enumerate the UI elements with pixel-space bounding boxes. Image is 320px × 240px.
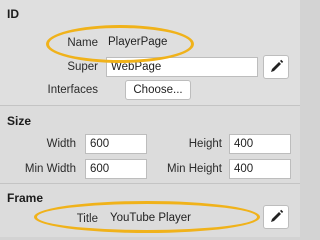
height-label: Height bbox=[188, 138, 222, 150]
width-field[interactable]: 600 bbox=[85, 134, 147, 154]
min-height-field[interactable]: 400 bbox=[229, 159, 291, 179]
min-height-label: Min Height bbox=[167, 163, 222, 175]
id-section-title: ID bbox=[7, 7, 19, 21]
title-field[interactable]: YouTube Player bbox=[106, 209, 256, 229]
size-section-title: Size bbox=[7, 114, 32, 128]
frame-section-title: Frame bbox=[7, 191, 44, 205]
super-field[interactable]: WebPage bbox=[106, 57, 258, 77]
title-label: Title bbox=[76, 213, 98, 225]
super-edit-button[interactable] bbox=[263, 55, 289, 79]
width-label: Width bbox=[46, 138, 76, 150]
title-edit-button[interactable] bbox=[263, 205, 289, 229]
pencil-icon bbox=[271, 209, 284, 222]
min-width-label: Min Width bbox=[24, 163, 76, 175]
interfaces-label: Interfaces bbox=[47, 84, 99, 96]
name-field[interactable]: PlayerPage bbox=[104, 33, 184, 53]
choose-interfaces-button[interactable]: Choose... bbox=[125, 80, 191, 100]
min-width-field[interactable]: 600 bbox=[85, 159, 147, 179]
name-label: Name bbox=[67, 37, 98, 49]
pencil-icon bbox=[271, 59, 284, 72]
super-label: Super bbox=[67, 61, 98, 73]
height-field[interactable]: 400 bbox=[229, 134, 291, 154]
